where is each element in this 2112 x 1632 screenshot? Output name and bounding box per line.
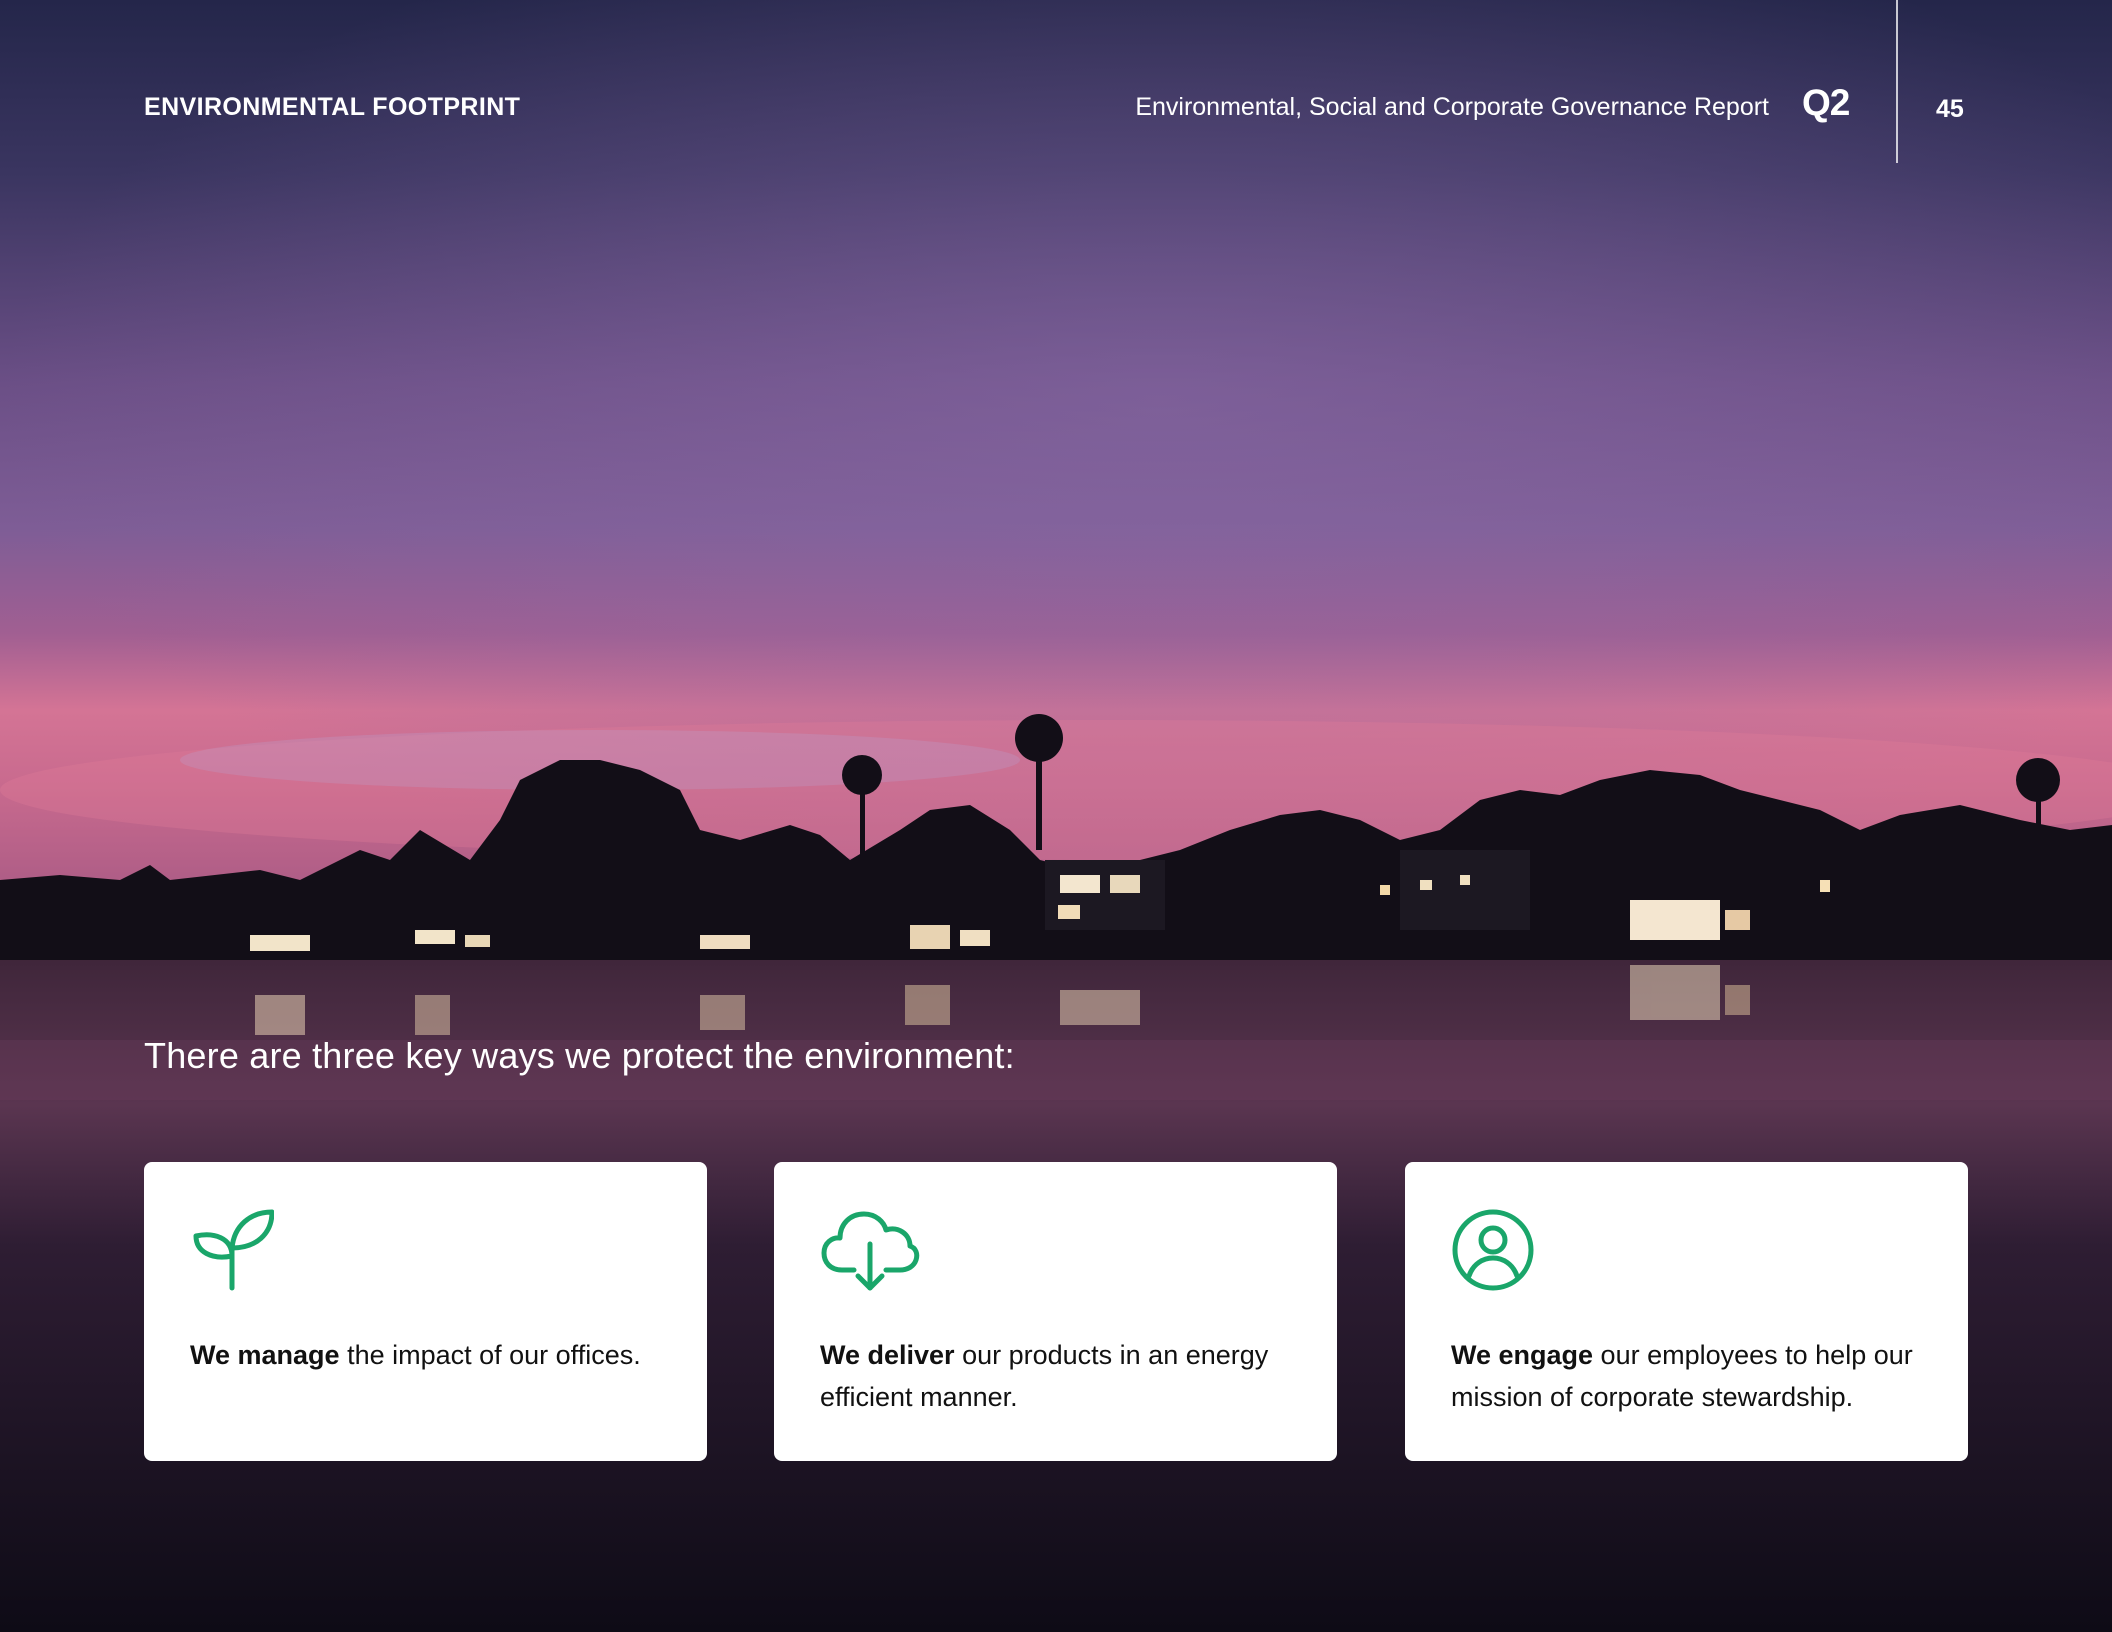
- card-manage-text: We manage the impact of our offices.: [190, 1334, 661, 1376]
- page-number: 45: [1936, 95, 1964, 123]
- section-label: ENVIRONMENTAL FOOTPRINT: [144, 93, 521, 121]
- brand-logo: Q2: [1802, 82, 1850, 123]
- cloud-download-icon: [821, 1211, 920, 1291]
- card-deliver-bold: We deliver: [820, 1340, 955, 1370]
- card-manage-bold: We manage: [190, 1340, 340, 1370]
- card-engage-bold: We engage: [1451, 1340, 1594, 1370]
- card-deliver-text: We deliver our products in an energy eff…: [820, 1334, 1291, 1418]
- sprout-icon: [193, 1209, 274, 1291]
- user-circle-icon: [1452, 1209, 1534, 1291]
- card-manage: We manage the impact of our offices.: [144, 1162, 707, 1461]
- card-manage-body: the impact of our offices.: [339, 1340, 641, 1370]
- card-deliver: We deliver our products in an energy eff…: [774, 1162, 1337, 1461]
- card-engage-text: We engage our employees to help our miss…: [1451, 1334, 1922, 1418]
- report-title: Environmental, Social and Corporate Gove…: [1135, 93, 1769, 121]
- intro-text: There are three key ways we protect the …: [144, 1035, 1015, 1076]
- card-engage: We engage our employees to help our miss…: [1405, 1162, 1968, 1461]
- header-divider: [1896, 0, 1898, 163]
